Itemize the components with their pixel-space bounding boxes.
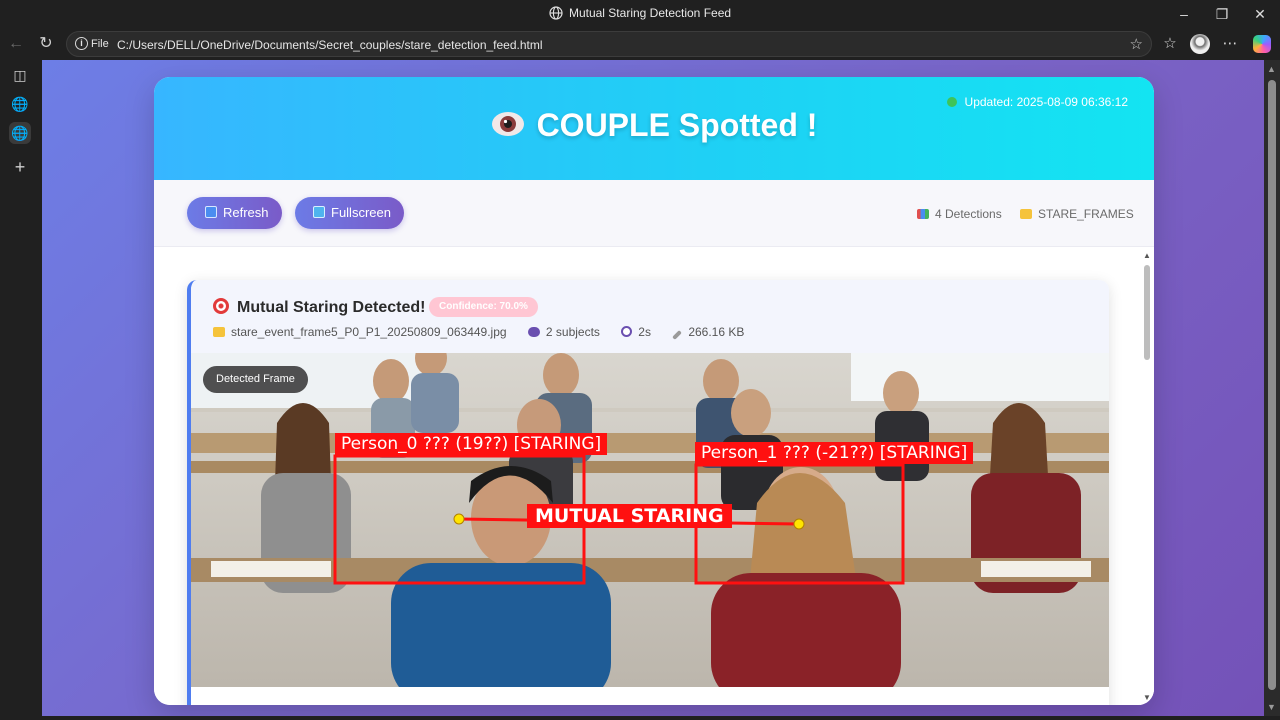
scroll-down-icon[interactable]: ▼: [1143, 693, 1151, 702]
fullscreen-button[interactable]: Fullscreen: [295, 197, 404, 229]
folder-label: STARE_FRAMES: [1038, 207, 1134, 221]
refresh-button[interactable]: Refresh: [187, 197, 282, 229]
card-header: Updated: 2025-08-09 06:36:12 COUPLE Spot…: [154, 77, 1154, 180]
bar-chart-icon: [917, 209, 929, 219]
toolbar: Refresh Fullscreen 4 Detections STARE_FR…: [154, 180, 1154, 247]
detections-label: 4 Detections: [935, 207, 1002, 221]
reload-button[interactable]: ↻: [36, 34, 56, 54]
page-scroll-down-icon[interactable]: ▼: [1267, 702, 1276, 712]
monitor-icon: [313, 206, 325, 218]
page-scroll-up-icon[interactable]: ▲: [1267, 64, 1276, 74]
target-icon: [213, 298, 229, 314]
globe-icon: [549, 6, 563, 20]
paperclip-icon: [672, 330, 683, 340]
minimize-button[interactable]: –: [1174, 4, 1194, 24]
page-title-text: COUPLE Spotted !: [536, 107, 818, 143]
stopwatch-icon: [621, 326, 633, 337]
detection-filename: stare_event_frame5_P0_P1_20250809_063449…: [231, 325, 507, 339]
person-1-gaze-point: [793, 518, 805, 530]
fullscreen-label: Fullscreen: [331, 205, 391, 220]
detected-frame-image: Detected Frame Person_0 ??? (19??) [STAR…: [191, 353, 1109, 687]
page-scroll-thumb[interactable]: [1268, 80, 1276, 690]
page-scrollbar[interactable]: ▲ ▼: [1264, 60, 1280, 716]
close-button[interactable]: ✕: [1250, 4, 1270, 24]
tab-active-globe-icon[interactable]: 🌐: [9, 122, 31, 144]
detection-feed[interactable]: Mutual Staring Detected! Confidence: 70.…: [154, 247, 1154, 705]
detected-frame-tag: Detected Frame: [203, 366, 308, 393]
window-title-text: Mutual Staring Detection Feed: [568, 6, 732, 20]
more-menu-icon[interactable]: ⋯: [1220, 34, 1240, 54]
refresh-label: Refresh: [223, 205, 269, 220]
url-text[interactable]: C:/Users/DELL/OneDrive/Documents/Secret_…: [117, 38, 543, 52]
person-1-label: Person_1 ??? (-21??) [STARING]: [695, 442, 974, 464]
person-0-gaze-point: [453, 513, 465, 525]
detections-count: 4 Detections: [917, 207, 1002, 221]
address-row: ← ↻ i File C:/Users/DELL/OneDrive/Docume…: [0, 28, 1280, 60]
info-icon[interactable]: i: [75, 37, 88, 50]
status-dot-icon: [946, 97, 957, 107]
detection-card[interactable]: Mutual Staring Detected! Confidence: 70.…: [187, 280, 1109, 705]
scheme-label: File: [91, 38, 109, 50]
folder-icon: [1020, 209, 1032, 219]
people-icon: [527, 327, 540, 337]
mutual-staring-label: MUTUAL STARING: [527, 504, 732, 528]
person-0-label: Person_0 ??? (19??) [STARING]: [335, 433, 608, 455]
detection-meta: stare_event_frame5_P0_P1_20250809_063449…: [213, 325, 762, 340]
address-bar[interactable]: i File C:/Users/DELL/OneDrive/Documents/…: [66, 31, 1152, 57]
new-tab-icon[interactable]: +: [9, 156, 31, 178]
feed-scrollbar[interactable]: ▲ ▼: [1140, 247, 1154, 705]
detection-duration: 2s: [638, 325, 651, 339]
refresh-icon: [205, 206, 217, 218]
window-titlebar: Mutual Staring Detection Feed – ❐ ✕: [0, 0, 1280, 28]
detection-size: 266.16 KB: [688, 325, 745, 339]
folder-indicator: STARE_FRAMES: [1020, 207, 1134, 221]
feed-scroll-thumb[interactable]: [1144, 265, 1150, 360]
page-viewport: Updated: 2025-08-09 06:36:12 COUPLE Spot…: [42, 60, 1264, 716]
main-card: Updated: 2025-08-09 06:36:12 COUPLE Spot…: [154, 77, 1154, 705]
detection-header: Mutual Staring Detected! Confidence: 70.…: [191, 280, 1109, 353]
window-bottom-edge: [0, 716, 1280, 720]
vertical-tabs-sidebar: ◫ 🌐 🌐 +: [0, 60, 42, 720]
detection-title: Mutual Staring Detected!: [213, 298, 425, 317]
maximize-button[interactable]: ❐: [1212, 4, 1232, 24]
detection-subjects: 2 subjects: [545, 325, 600, 339]
profile-avatar[interactable]: [1190, 34, 1210, 54]
favorite-star-icon[interactable]: ☆: [1130, 35, 1143, 53]
detection-title-text: Mutual Staring Detected!: [237, 299, 426, 316]
window-title: Mutual Staring Detection Feed: [0, 6, 1280, 20]
tab-actions-icon[interactable]: ◫: [9, 64, 31, 86]
page-title: COUPLE Spotted !: [154, 107, 1154, 144]
eye-icon: [491, 112, 524, 136]
favorites-icon[interactable]: ☆: [1160, 34, 1180, 54]
back-button[interactable]: ←: [6, 34, 26, 54]
folder-icon: [213, 327, 225, 337]
confidence-badge: Confidence: 70.0%: [429, 297, 538, 317]
copilot-icon[interactable]: [1253, 35, 1271, 53]
tab-globe-icon[interactable]: 🌐: [9, 93, 31, 115]
scroll-up-icon[interactable]: ▲: [1143, 251, 1151, 260]
